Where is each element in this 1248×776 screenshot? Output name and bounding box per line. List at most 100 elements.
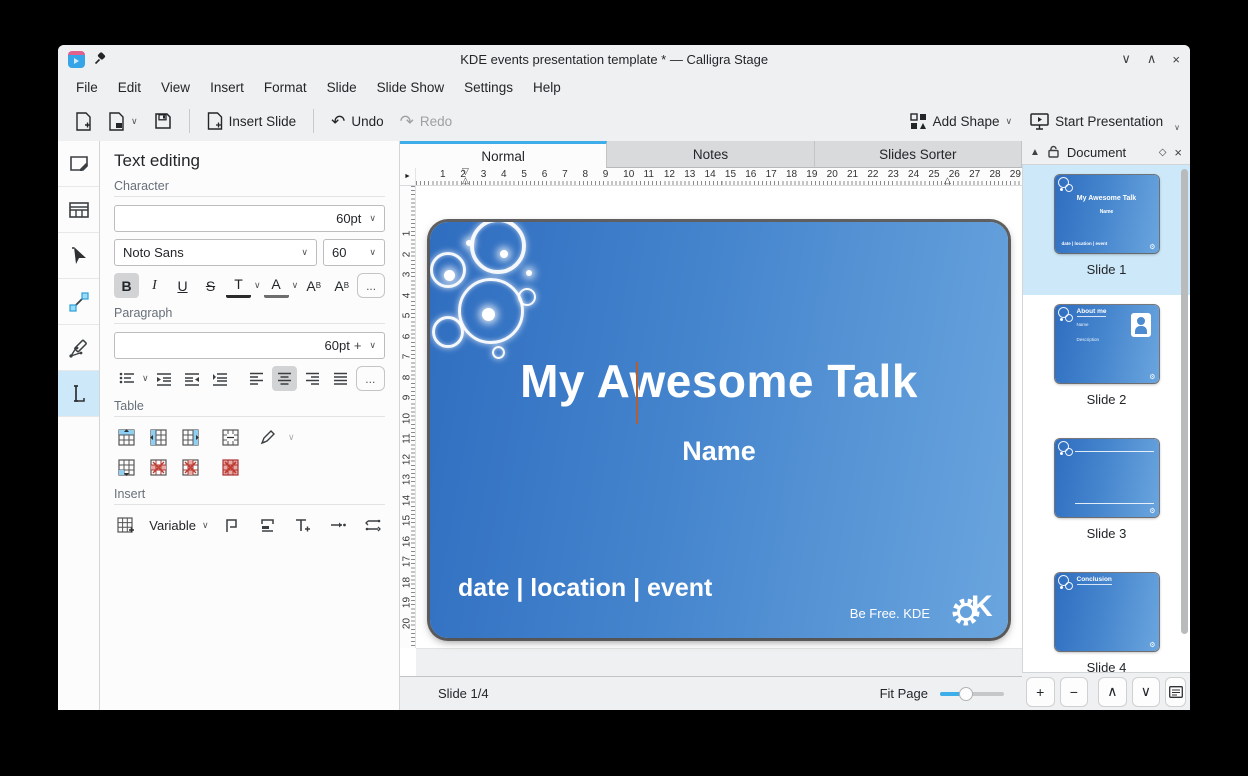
tool-slide-layout[interactable] bbox=[58, 187, 99, 233]
lock-icon[interactable] bbox=[1048, 145, 1059, 161]
tool-pointer[interactable] bbox=[58, 233, 99, 279]
paragraph-more-button[interactable]: ... bbox=[356, 366, 385, 391]
insert-column-left-button[interactable] bbox=[146, 425, 170, 449]
tool-shape-edit[interactable] bbox=[58, 141, 99, 187]
tool-connector[interactable] bbox=[58, 279, 99, 325]
slide-thumbnail-4[interactable]: Conclusion ⚙ Slide 4 bbox=[1023, 563, 1190, 672]
collapse-icon[interactable]: ▲ bbox=[1030, 147, 1040, 158]
menu-settings[interactable]: Settings bbox=[454, 77, 523, 98]
dock-scrollbar[interactable] bbox=[1181, 169, 1188, 634]
menu-insert[interactable]: Insert bbox=[200, 77, 254, 98]
font-size-combo[interactable]: 60 ∨ bbox=[323, 239, 385, 266]
indent-marker-left[interactable]: △ bbox=[462, 176, 469, 185]
table-border-pen-button[interactable] bbox=[256, 425, 280, 449]
menu-format[interactable]: Format bbox=[254, 77, 317, 98]
insert-slide-button[interactable]: Insert Slide bbox=[200, 107, 304, 135]
border-pen-chevron-icon[interactable]: ∨ bbox=[288, 432, 295, 443]
insert-page-break-button[interactable] bbox=[256, 513, 279, 537]
delete-column-button[interactable] bbox=[178, 455, 202, 479]
slide-footer-text[interactable]: date | location | event bbox=[458, 574, 712, 603]
new-document-button[interactable] bbox=[68, 107, 99, 136]
character-more-button[interactable]: ... bbox=[357, 273, 385, 298]
menu-edit[interactable]: Edit bbox=[108, 77, 151, 98]
insert-line-break-button[interactable] bbox=[362, 513, 385, 537]
view-mode-button[interactable] bbox=[1165, 677, 1186, 707]
float-icon[interactable]: ◇ bbox=[1159, 147, 1167, 158]
list-style-button[interactable] bbox=[114, 366, 139, 391]
indent-marker-right[interactable]: △ bbox=[944, 176, 951, 185]
list-style-chevron-icon[interactable]: ∨ bbox=[142, 373, 149, 384]
menu-slide[interactable]: Slide bbox=[317, 77, 367, 98]
split-cells-button[interactable] bbox=[114, 455, 138, 479]
redo-button[interactable]: ↷ Redo bbox=[393, 108, 460, 135]
add-shape-button[interactable]: Add Shape ∨ bbox=[903, 108, 1019, 135]
bold-button[interactable]: B bbox=[114, 273, 139, 298]
start-presentation-button[interactable]: Start Presentation bbox=[1023, 108, 1170, 135]
dock-close-icon[interactable]: × bbox=[1174, 145, 1182, 160]
titlebar[interactable]: KDE events presentation template * — Cal… bbox=[58, 45, 1190, 73]
decrease-indent-button[interactable] bbox=[152, 366, 177, 391]
vertical-ruler[interactable]: 1234567891011121314151617181920 bbox=[400, 186, 416, 648]
menu-file[interactable]: File bbox=[66, 77, 108, 98]
insert-variable-button[interactable]: Variable ∨ bbox=[149, 518, 208, 533]
increase-indent-button[interactable] bbox=[180, 366, 205, 391]
font-family-combo[interactable]: Noto Sans ∨ bbox=[114, 239, 317, 266]
align-left-button[interactable] bbox=[244, 366, 269, 391]
insert-row-above-button[interactable] bbox=[114, 425, 138, 449]
align-justify-button[interactable] bbox=[328, 366, 353, 391]
open-recent-chevron-icon[interactable]: ∨ bbox=[131, 116, 138, 127]
font-color-chevron-icon[interactable]: ∨ bbox=[254, 280, 261, 291]
tab-normal[interactable]: Normal bbox=[400, 141, 607, 168]
underline-button[interactable]: U bbox=[170, 273, 195, 298]
zoom-slider-knob[interactable] bbox=[959, 687, 973, 701]
add-slide-button[interactable]: + bbox=[1026, 677, 1055, 707]
slide-subtitle-text[interactable]: Name bbox=[430, 436, 1008, 467]
insert-table-button[interactable] bbox=[114, 513, 137, 537]
insert-text-button[interactable] bbox=[291, 513, 314, 537]
tool-path-edit[interactable] bbox=[58, 325, 99, 371]
move-slide-up-button[interactable]: ∧ bbox=[1098, 677, 1127, 707]
strikethrough-button[interactable]: S bbox=[198, 273, 223, 298]
tool-text[interactable] bbox=[58, 371, 99, 417]
highlight-color-chevron-icon[interactable]: ∨ bbox=[292, 280, 299, 291]
subscript-button[interactable]: AB bbox=[329, 273, 354, 298]
insert-bookmark-button[interactable] bbox=[221, 513, 244, 537]
slide-thumbnail-3[interactable]: ⚙ Slide 3 bbox=[1023, 429, 1190, 563]
menu-help[interactable]: Help bbox=[523, 77, 571, 98]
undo-button[interactable]: ↶ Undo bbox=[324, 108, 391, 135]
move-slide-down-button[interactable]: ∨ bbox=[1132, 677, 1161, 707]
horizontal-ruler[interactable]: 1234567891011121314151617181920212223242… bbox=[416, 168, 1022, 185]
slide-title-text[interactable]: My Awesome Talk bbox=[430, 354, 1008, 408]
slide-canvas[interactable]: 1234567891011121314151617181920 bbox=[400, 186, 1022, 676]
menu-slide-show[interactable]: Slide Show bbox=[367, 77, 455, 98]
slide-thumbnail-2[interactable]: About me Name Description ⚙ Slide 2 bbox=[1023, 295, 1190, 429]
open-document-button[interactable]: ∨ bbox=[101, 107, 145, 136]
italic-button[interactable]: I bbox=[142, 273, 167, 298]
pin-icon[interactable] bbox=[93, 52, 107, 66]
tab-notes[interactable]: Notes bbox=[607, 141, 814, 168]
insert-soft-hyphen-button[interactable] bbox=[326, 513, 349, 537]
save-button[interactable] bbox=[147, 107, 179, 135]
character-style-combo[interactable]: 60pt ∨ bbox=[114, 205, 385, 232]
merge-cells-button[interactable] bbox=[218, 425, 242, 449]
superscript-button[interactable]: AB bbox=[301, 273, 326, 298]
close-button[interactable]: × bbox=[1172, 52, 1180, 67]
highlight-color-button[interactable]: A bbox=[264, 273, 289, 298]
zoom-mode-label[interactable]: Fit Page bbox=[880, 686, 928, 701]
align-right-button[interactable] bbox=[300, 366, 325, 391]
start-presentation-chevron-icon[interactable]: ∨ bbox=[1174, 123, 1180, 132]
indent-paragraph-button[interactable] bbox=[208, 366, 233, 391]
remove-slide-button[interactable]: − bbox=[1060, 677, 1089, 707]
paragraph-style-combo[interactable]: 60pt + ∨ bbox=[114, 332, 385, 359]
menu-view[interactable]: View bbox=[151, 77, 200, 98]
minimize-button[interactable]: ∨ bbox=[1121, 51, 1131, 67]
font-color-button[interactable]: T bbox=[226, 273, 251, 298]
slide-editor[interactable]: My Awesome Talk Name date | location | e… bbox=[430, 222, 1008, 638]
tab-slides-sorter[interactable]: Slides Sorter bbox=[815, 141, 1022, 168]
delete-table-button[interactable] bbox=[218, 455, 242, 479]
maximize-button[interactable]: ∧ bbox=[1147, 51, 1157, 67]
delete-row-button[interactable] bbox=[146, 455, 170, 479]
zoom-slider[interactable] bbox=[940, 692, 1004, 696]
insert-column-right-button[interactable] bbox=[178, 425, 202, 449]
align-center-button[interactable] bbox=[272, 366, 297, 391]
